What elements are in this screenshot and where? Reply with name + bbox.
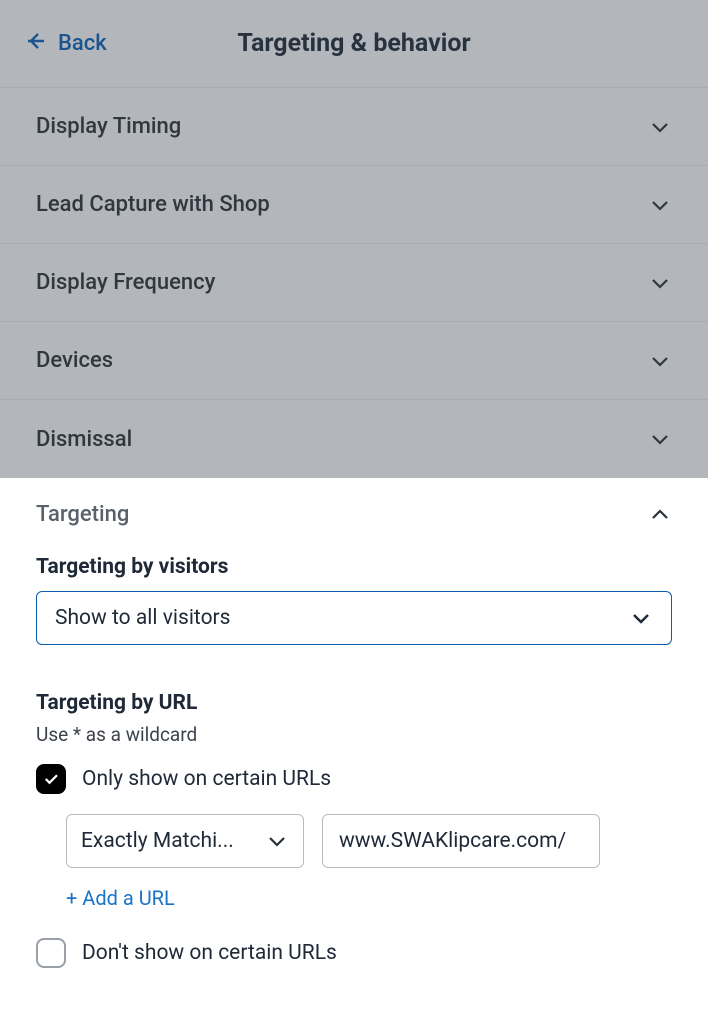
chevron-down-icon [648, 193, 672, 217]
accordion-targeting[interactable]: Targeting [36, 502, 672, 527]
accordion-label: Targeting [36, 502, 129, 527]
targeting-url-label: Targeting by URL [36, 691, 672, 715]
chevron-down-icon [629, 606, 653, 630]
accordion-label: Display Timing [36, 114, 181, 139]
accordion-label: Devices [36, 348, 113, 373]
dont-show-checkbox[interactable] [36, 938, 66, 968]
arrow-left-icon [24, 29, 48, 59]
accordion-label: Lead Capture with Shop [36, 192, 270, 217]
page-title: Targeting & behavior [237, 29, 470, 58]
only-show-checkbox[interactable] [36, 764, 66, 794]
chevron-up-icon [648, 503, 672, 527]
targeting-visitors-label: Targeting by visitors [36, 555, 672, 579]
url-input-value: www.SWAKlipcare.com/ [339, 829, 566, 853]
accordion-display-timing[interactable]: Display Timing [0, 88, 708, 166]
dont-show-label: Don't show on certain URLs [82, 941, 337, 965]
match-mode-select[interactable]: Exactly Matchi... [66, 814, 304, 868]
accordion-label: Display Frequency [36, 270, 215, 295]
accordion-label: Dismissal [36, 427, 132, 452]
chevron-down-icon [648, 271, 672, 295]
accordion-devices[interactable]: Devices [0, 322, 708, 400]
back-button[interactable]: Back [24, 0, 107, 87]
accordion-dismissal[interactable]: Dismissal [0, 400, 708, 478]
accordion-lead-capture[interactable]: Lead Capture with Shop [0, 166, 708, 244]
visitors-select[interactable]: Show to all visitors [36, 591, 672, 645]
chevron-down-icon [648, 115, 672, 139]
chevron-down-icon [265, 829, 289, 853]
url-input[interactable]: www.SWAKlipcare.com/ [322, 814, 600, 868]
only-show-label: Only show on certain URLs [82, 767, 331, 791]
accordion-display-frequency[interactable]: Display Frequency [0, 244, 708, 322]
back-label: Back [58, 31, 107, 56]
targeting-url-hint: Use * as a wildcard [36, 723, 672, 746]
chevron-down-icon [648, 427, 672, 451]
add-url-link[interactable]: + Add a URL [66, 886, 672, 910]
chevron-down-icon [648, 349, 672, 373]
visitors-select-value: Show to all visitors [55, 606, 231, 630]
match-mode-value: Exactly Matchi... [81, 829, 234, 853]
